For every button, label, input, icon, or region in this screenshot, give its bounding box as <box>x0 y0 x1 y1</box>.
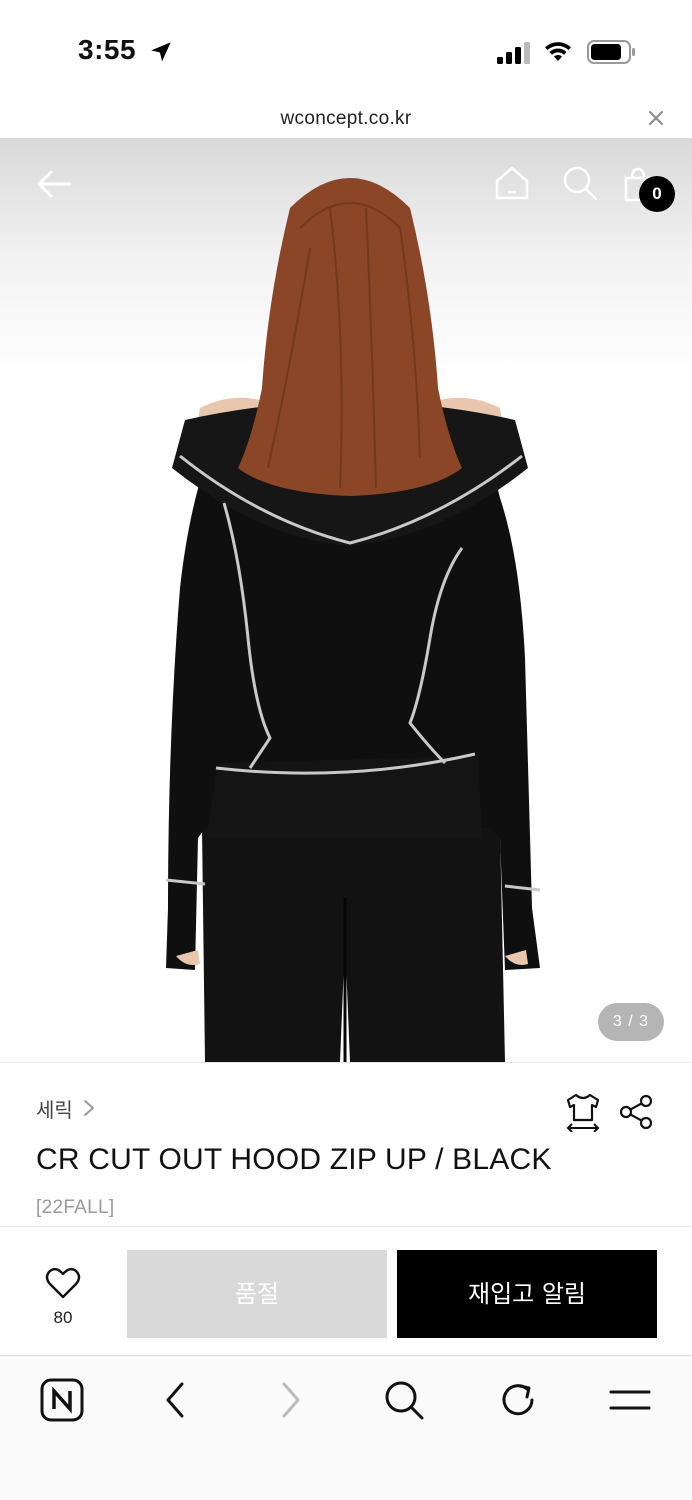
divider <box>0 1226 692 1227</box>
product-title: CR CUT OUT HOOD ZIP UP / BLACK <box>36 1143 552 1176</box>
product-image[interactable]: 0 3 / 3 <box>0 138 692 1062</box>
location-arrow-icon <box>151 42 171 62</box>
close-icon[interactable] <box>646 108 666 128</box>
product-photo <box>165 178 541 1062</box>
heart-icon[interactable] <box>45 1266 81 1300</box>
reload-icon[interactable] <box>496 1378 540 1422</box>
season-tag: [22FALL] <box>36 1197 115 1218</box>
home-icon[interactable] <box>493 164 531 202</box>
brand-link[interactable]: 세릭 <box>36 1092 97 1124</box>
image-pager-indicator: 3 / 3 <box>598 1003 664 1041</box>
product-nav-bar: 0 <box>0 138 692 228</box>
back-arrow-icon[interactable] <box>34 164 74 204</box>
wifi-icon <box>545 42 571 61</box>
cart-count-badge[interactable]: 0 <box>639 176 675 212</box>
like-count: 80 <box>53 1308 73 1327</box>
back-icon[interactable] <box>154 1378 198 1422</box>
share-icon[interactable] <box>618 1094 654 1130</box>
cellular-signal-icon <box>497 42 530 64</box>
soldout-button[interactable]: 품절 <box>127 1250 387 1338</box>
status-bar: 3:55 <box>0 0 692 100</box>
url-bar[interactable]: wconcept.co.kr <box>0 100 692 138</box>
brand-name[interactable]: 세릭 <box>36 1094 73 1123</box>
forward-icon[interactable] <box>268 1378 312 1422</box>
status-time: 3:55 <box>78 34 137 65</box>
chevron-right-icon <box>83 1100 94 1116</box>
naver-icon[interactable] <box>40 1378 84 1422</box>
search-icon[interactable] <box>561 164 599 202</box>
battery-icon <box>587 40 635 64</box>
restock-alert-button[interactable]: 재입고 알림 <box>397 1250 657 1338</box>
divider <box>0 1062 692 1063</box>
size-guide-icon[interactable] <box>564 1092 602 1132</box>
url-text[interactable]: wconcept.co.kr <box>0 108 692 130</box>
like-button[interactable]: 80 <box>28 1262 98 1332</box>
search-icon[interactable] <box>382 1378 426 1422</box>
menu-icon[interactable] <box>608 1378 652 1422</box>
browser-toolbar <box>0 1355 692 1500</box>
